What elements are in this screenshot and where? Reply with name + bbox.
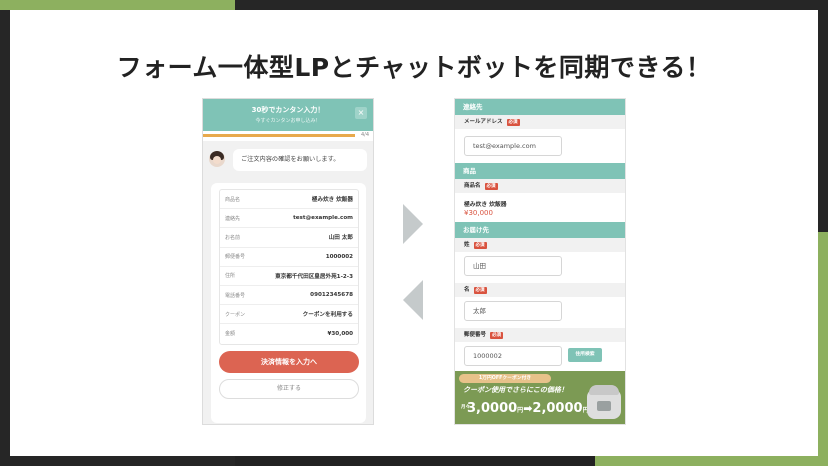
product-label-row: 商品名 必須 [455,179,625,193]
summary-value: 山田 太郎 [328,235,353,242]
edit-button[interactable]: 修正する [219,379,359,399]
email-input[interactable]: test@example.com [464,136,562,156]
summary-key: 連絡先 [225,215,241,222]
summary-row: 住所 東京都千代田区皇居外苑1-2-3 [220,267,358,286]
last-name-label: 姓 [464,242,470,248]
summary-row: クーポン クーポンを利用する [220,305,358,325]
old-price: 3,0000 [467,401,518,416]
zip-label: 郵便番号 [464,332,487,338]
chatbot-screen: 30秒でカンタン入力！ 今すぐカンタンお申し込み！ × 4/4 ご注文内容の確認… [202,98,374,425]
proceed-payment-button[interactable]: 決済情報を入力へ [219,351,359,373]
bot-message: ご注文内容の確認をお願いします。 [233,149,367,171]
bot-message-row: ご注文内容の確認をお願いします。 [209,149,369,173]
arrow-left-icon [403,280,423,320]
required-badge: 必須 [484,182,498,190]
summary-row: 商品名 極み炊き 炊飯器 [220,190,358,210]
required-badge: 必須 [473,241,487,249]
frame-top-right [235,0,828,10]
summary-key: クーポン [225,311,246,318]
summary-row: 連絡先 test@example.com [220,209,358,229]
order-summary-card: 商品名 極み炊き 炊飯器連絡先 test@example.com お名前 山田 太郎郵便… [211,183,366,423]
summary-value: test@example.com [293,215,353,222]
first-name-label: 名 [464,287,470,293]
summary-row: 郵便番号 1000002 [220,248,358,267]
frame-right-bottom-accent [818,232,828,466]
order-summary-table: 商品名 極み炊き 炊飯器連絡先 test@example.com お名前 山田 太郎郵便… [219,189,359,345]
product-section-header: 商品 [455,163,625,179]
coupon-badge: 1万円OFFクーポン付き [459,374,551,383]
email-label: メールアドレス [464,119,503,125]
first-name-input[interactable]: 太郎 [464,301,562,321]
arrow-right-icon [403,204,423,244]
chat-progress: 4/4 [203,131,373,141]
operator-avatar [209,151,225,167]
slide: フォーム一体型LPとチャットボットを同期できる！ 30秒でカンタン入力！ 今すぐ… [10,10,818,456]
new-price: 2,0000 [532,401,583,416]
frame-top-left-accent [0,0,235,10]
zip-label-row: 郵便番号 必須 [455,328,625,342]
summary-value: 1000002 [325,253,353,260]
summary-value: 極み炊き 炊飯器 [311,197,353,204]
zip-input[interactable]: 1000002 [464,346,562,366]
summary-key: 金額 [225,331,236,338]
chat-subtitle: 今すぐカンタンお申し込み！ [255,118,321,124]
email-label-row: メールアドレス 必須 [455,115,625,129]
summary-value: ¥30,000 [327,330,353,337]
contact-section-header: 連絡先 [455,99,625,115]
summary-key: お名前 [225,234,241,241]
summary-key: 電話番号 [225,292,246,299]
coupon-banner[interactable]: 1万円OFFクーポン付き クーポン使用でさらにこの価格！ 月々3,0000円➡2… [455,371,625,424]
summary-row: 電話番号 09012345678 [220,286,358,306]
lp-form-screen: 連絡先 メールアドレス 必須 test@example.com 商品 商品名 必… [454,98,626,425]
summary-key: 郵便番号 [225,254,246,261]
slide-headline: フォーム一体型LPとチャットボットを同期できる！ [116,53,712,82]
frame-bottom-left [0,456,235,466]
frame-right-top [818,0,828,232]
last-name-label-row: 姓 必須 [455,238,625,252]
product-name: 極み炊き 炊飯器 [464,202,507,208]
required-badge: 必須 [473,286,487,294]
chat-header: 30秒でカンタン入力！ 今すぐカンタンお申し込み！ × [203,99,373,131]
frame-left-bottom [0,232,10,466]
first-name-label-row: 名 必須 [455,283,625,297]
address-search-button[interactable]: 住所検索 [568,348,602,362]
summary-value: 東京都千代田区皇居外苑1-2-3 [275,273,353,280]
progress-label: 4/4 [360,132,369,138]
product-price: ¥30,000 [464,209,493,217]
required-badge: 必須 [490,331,504,339]
summary-key: 商品名 [225,196,241,203]
last-name-input[interactable]: 山田 [464,256,562,276]
delivery-section-header: お届け先 [455,222,625,238]
banner-price-line: 月々3,0000円➡2,0000円 [461,397,589,416]
summary-key: 住所 [225,273,236,280]
banner-headline: クーポン使用でさらにこの価格！ [463,386,568,394]
summary-value: クーポンを利用する [302,312,353,319]
summary-row: 金額 ¥30,000 [220,324,358,343]
summary-row: お名前 山田 太郎 [220,228,358,248]
rice-cooker-image [585,381,623,421]
chat-title: 30秒でカンタン入力！ [251,106,325,114]
required-badge: 必須 [506,118,520,126]
summary-value: 09012345678 [310,292,353,299]
progress-fill [203,134,355,137]
frame-bottom-right-accent [595,456,828,466]
product-label: 商品名 [464,183,481,189]
close-button[interactable]: × [355,107,367,119]
frame-left-top [0,0,10,232]
